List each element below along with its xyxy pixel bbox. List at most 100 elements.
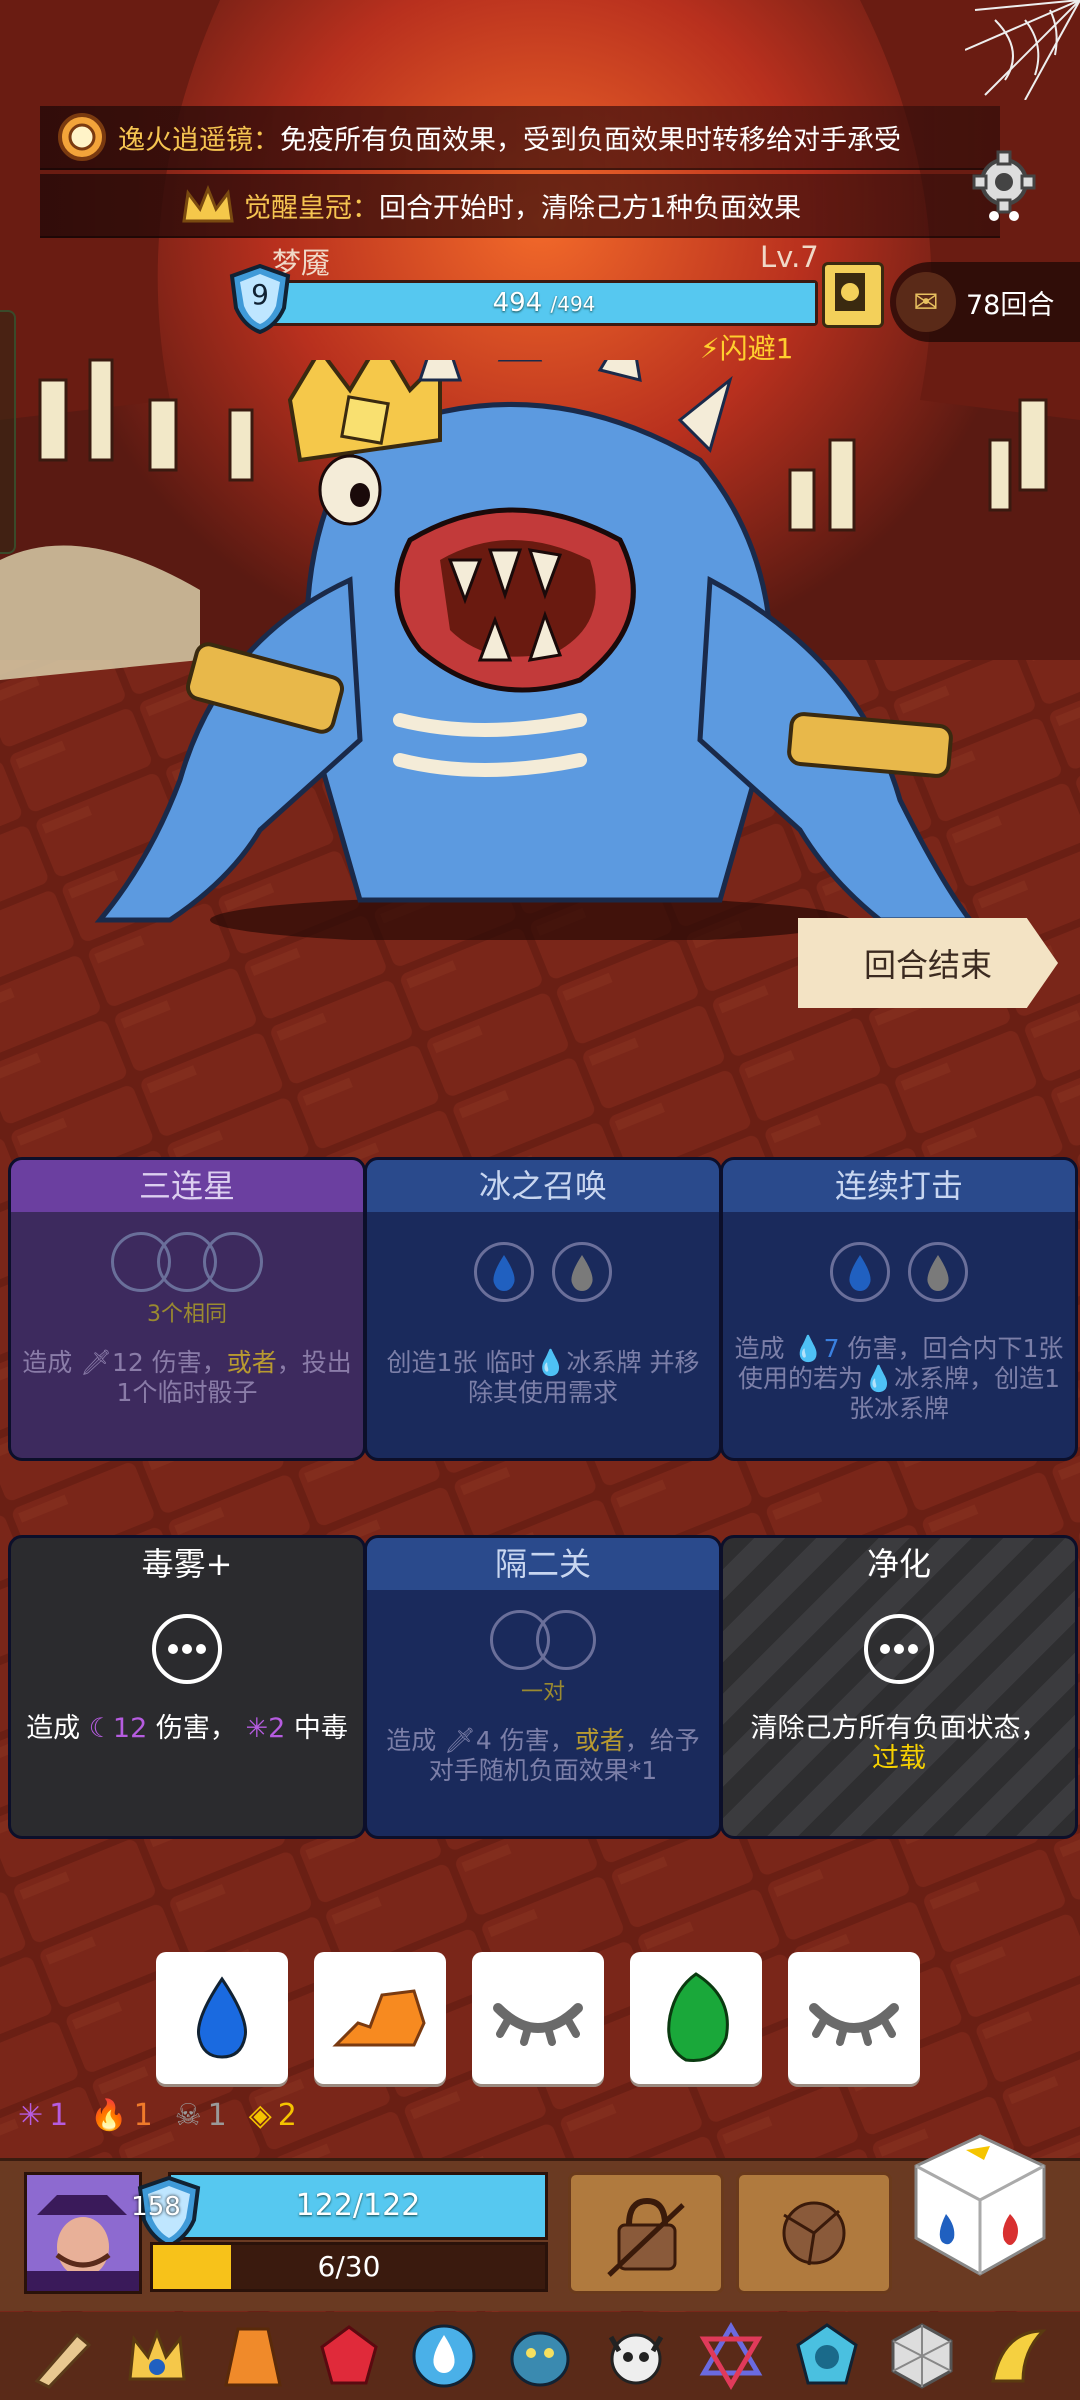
diamond-arrow-icon: ◈ — [248, 2098, 272, 2133]
card-description: 创造1张 临时💧冰系牌 并移除其使用需求 — [386, 1348, 700, 1407]
relic-item-bar — [0, 2312, 1080, 2400]
card-title: 净化 — [866, 1545, 931, 1583]
drop-icon: 💧 — [535, 1348, 567, 1377]
status-curse: ☠ 1 — [174, 2098, 227, 2133]
card-title: 冰之召唤 — [367, 1160, 719, 1212]
card-combo-strike[interactable]: 连续打击 造成 💧7 伤害，回合内下1张使用的若为💧冰系牌，创造1张冰系牌 — [720, 1157, 1078, 1461]
robe-icon[interactable] — [217, 2320, 289, 2392]
flame-icon: 🔥 — [90, 2098, 128, 2133]
player-avatar[interactable] — [24, 2172, 142, 2294]
settings-gear-icon[interactable] — [972, 150, 1036, 222]
player-energy-bar: 6/30 — [150, 2242, 548, 2292]
dice-slots — [11, 1232, 363, 1296]
banana-claw-icon[interactable] — [982, 2320, 1054, 2392]
card-triple-star[interactable]: 三连星 3个相同 造成 🗡12 伤害，或者，投出1个临时骰子 — [8, 1157, 366, 1461]
card-ice-summon[interactable]: 冰之召唤 创造1张 临时💧冰系牌 并移除其使用需求 — [364, 1157, 722, 1461]
cobweb-decoration — [965, 0, 1080, 100]
side-drawer-tab[interactable] — [0, 310, 16, 554]
crown-name: 觉醒皇冠： — [244, 192, 379, 224]
dice-fire[interactable] — [314, 1952, 446, 2084]
card-requirement: 3个相同 — [147, 1302, 227, 1327]
dice-leaf[interactable] — [630, 1952, 762, 2084]
player-hp-text: 122/122 — [295, 2188, 421, 2223]
ellipsis-icon — [723, 1612, 1075, 1690]
card-requirement: 一对 — [520, 1680, 565, 1705]
card-pass-two[interactable]: 隔二关 一对 造成 🗡4 伤害，或者，给予对手随机负面效果*1 — [364, 1535, 722, 1839]
lightning-icon: ⚡ — [700, 332, 720, 365]
card-title: 三连星 — [11, 1160, 363, 1212]
closed-eye-icon — [493, 2003, 583, 2046]
player-shield-icon: 158 — [131, 2175, 202, 2249]
dragon-icon[interactable] — [504, 2320, 576, 2392]
sword-icon: 🗡 — [80, 1348, 112, 1377]
dice-slots — [367, 1242, 719, 1306]
status-poison: ✳ 1 — [18, 2098, 69, 2133]
water-drop-item-icon[interactable] — [408, 2320, 480, 2392]
crown-item-icon[interactable] — [121, 2320, 193, 2392]
pumpkin-gem-icon[interactable] — [791, 2320, 863, 2392]
crown-icon — [180, 177, 236, 233]
ellipsis-icon — [11, 1612, 363, 1690]
boss-shield-value: 9 — [251, 278, 269, 311]
leaf-icon — [667, 1972, 729, 2063]
dice-slots — [723, 1242, 1075, 1306]
relic-banner: 逸火逍遥镜： 免疫所有负面效果，受到负面效果时转移给对手承受 — [40, 106, 1000, 170]
skull-icon: ☠ — [174, 2098, 202, 2133]
nightmare-boss-sprite — [94, 360, 975, 940]
card-description: 造成 ☾12 伤害， ✳2 中毒 — [26, 1713, 348, 1744]
closed-eye-icon — [809, 2003, 899, 2046]
card-title: 连续打击 — [723, 1160, 1075, 1212]
boss-book-icon[interactable] — [822, 262, 884, 328]
boss-shield-icon: 9 — [228, 263, 292, 335]
boss-dodge-text: 闪避1 — [719, 332, 794, 365]
fire-shape-icon — [332, 1989, 426, 2047]
crown-effect: 回合开始时，清除己方1种负面效果 — [379, 192, 802, 224]
card-poison-fog[interactable]: 毒雾+ 造成 ☾12 伤害， ✳2 中毒 — [8, 1535, 366, 1839]
hexagram-icon[interactable] — [695, 2320, 767, 2392]
card-title: 隔二关 — [367, 1538, 719, 1590]
relic-name: 逸火逍遥镜： — [118, 124, 280, 156]
card-description: 清除己方所有负面状态， 过载 — [750, 1713, 1048, 1774]
horn-icon[interactable] — [26, 2320, 98, 2392]
relic-effect: 免疫所有负面效果，受到负面效果时转移给对手承受 — [280, 124, 901, 156]
d20-icon[interactable] — [886, 2320, 958, 2392]
boss-hp-text: 494 /494 — [273, 283, 815, 323]
broken-skill-slot[interactable] — [736, 2172, 892, 2294]
round-count-text: 78回合 — [966, 289, 1055, 321]
dice-closed-eye[interactable] — [788, 1952, 920, 2084]
boss-hp-max: /494 — [550, 292, 596, 316]
poison-splat-icon: ✳ — [18, 2098, 44, 2133]
card-description: 造成 🗡12 伤害，或者，投出1个临时骰子 — [22, 1348, 352, 1407]
boss-hp-bar: 494 /494 — [270, 280, 818, 326]
card-description: 造成 🗡4 伤害，或者，给予对手随机负面效果*1 — [386, 1726, 700, 1785]
roll-dice-button[interactable] — [910, 2130, 1050, 2280]
demon-skull-icon[interactable] — [600, 2320, 672, 2392]
player-hp-bar: 122/122 — [168, 2172, 548, 2240]
card-title: 毒雾+ — [141, 1545, 233, 1583]
status-burn: 🔥 1 — [90, 2098, 153, 2133]
boss-level: Lv.7 — [760, 240, 819, 274]
water-drop-icon — [493, 1255, 516, 1291]
mirror-icon — [54, 109, 110, 165]
end-turn-button[interactable]: 回合结束 — [798, 918, 1058, 1008]
card-description: 造成 💧7 伤害，回合内下1张使用的若为💧冰系牌，创造1张冰系牌 — [734, 1334, 1064, 1423]
card-purify[interactable]: 净化 清除己方所有负面状态， 过载 — [720, 1535, 1078, 1839]
locked-skill-slot[interactable] — [568, 2172, 724, 2294]
player-energy-text: 6/30 — [317, 2250, 381, 2283]
dice-water[interactable] — [156, 1952, 288, 2084]
battle-scene: 逸火逍遥镜： 免疫所有负面效果，受到负面效果时转移给对手承受 觉醒皇冠： 回合开… — [0, 0, 1080, 2400]
water-drop-icon — [849, 1255, 872, 1291]
round-counter: ✉ 78回合 — [890, 262, 1080, 342]
ruby-icon[interactable] — [313, 2320, 385, 2392]
dice-closed-eye[interactable] — [472, 1952, 604, 2084]
player-shield-value: 158 — [131, 2192, 181, 2222]
gray-drop-icon — [926, 1255, 949, 1291]
dice-slots — [367, 1610, 719, 1674]
padlock-icon — [607, 2197, 685, 2277]
water-drop-icon — [196, 1976, 248, 2059]
cracked-gem-icon — [782, 2201, 846, 2266]
boss-dodge-status: ⚡闪避1 — [700, 327, 794, 367]
scroll-bag-icon: ✉ — [896, 272, 956, 332]
status-boost: ◈ 2 — [248, 2098, 297, 2133]
crown-banner: 觉醒皇冠： 回合开始时，清除己方1种负面效果 — [40, 174, 1000, 238]
